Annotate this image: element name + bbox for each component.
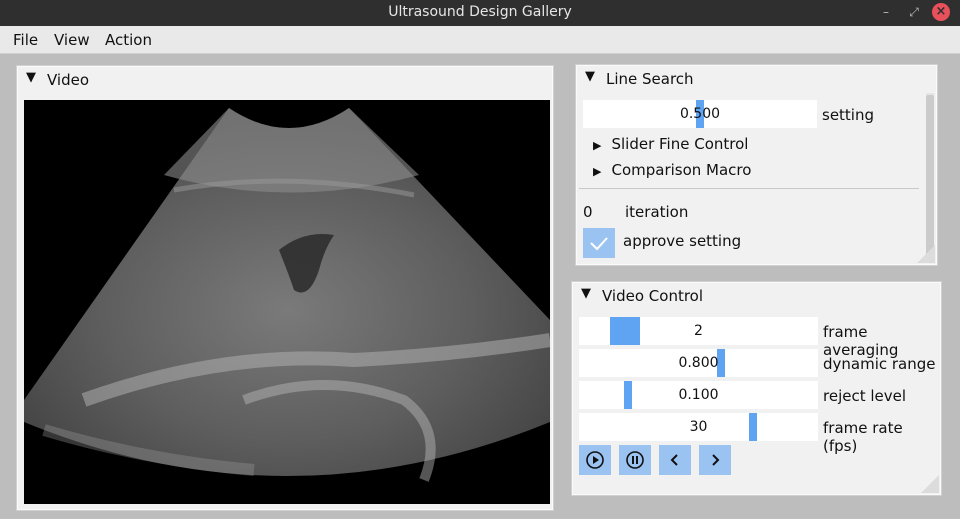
chevron-right-icon (712, 454, 720, 466)
approve-setting-checkbox[interactable] (583, 228, 615, 258)
menu-file[interactable]: File (13, 31, 38, 49)
iteration-label: iteration (625, 203, 689, 221)
line-search-title: Line Search (606, 70, 694, 88)
expand-triangle-icon: ▶ (593, 139, 602, 152)
collapse-triangle-icon[interactable]: ▼ (585, 69, 595, 84)
setting-value: 0.500 (679, 106, 721, 122)
frame-averaging-label: frame averaging (823, 323, 899, 359)
divider (579, 188, 919, 189)
line-search-header[interactable]: ▼ Line Search (576, 65, 937, 91)
frame-rate-label: frame rate (fps) (823, 419, 903, 455)
close-icon[interactable]: × (932, 3, 950, 21)
reject-level-slider[interactable]: 0.100 (579, 381, 818, 409)
ultrasound-image (24, 108, 550, 482)
checkmark-icon (590, 237, 608, 251)
setting-slider[interactable]: 0.500 (583, 100, 817, 128)
dynamic-range-label: dynamic range (823, 355, 936, 373)
minimize-icon[interactable]: – (877, 3, 895, 21)
menu-action[interactable]: Action (105, 31, 152, 49)
frame-averaging-value: 2 (694, 323, 703, 339)
collapse-triangle-icon[interactable]: ▼ (26, 70, 36, 85)
title-bar: Ultrasound Design Gallery – ⤢ × (0, 0, 960, 26)
play-icon (586, 451, 604, 469)
resize-grip-icon[interactable] (917, 245, 935, 263)
resize-grip-icon[interactable] (921, 475, 939, 493)
collapse-triangle-icon[interactable]: ▼ (581, 286, 591, 301)
reject-level-value: 0.100 (678, 387, 719, 403)
frame-rate-slider[interactable]: 30 (579, 413, 818, 441)
previous-frame-button[interactable] (659, 445, 691, 475)
maximize-icon[interactable]: ⤢ (905, 3, 923, 21)
menu-view[interactable]: View (54, 31, 90, 49)
video-control-header[interactable]: ▼ Video Control (572, 282, 941, 308)
window-title: Ultrasound Design Gallery (388, 4, 572, 20)
ultrasound-video[interactable] (24, 100, 550, 504)
pause-button[interactable] (619, 445, 651, 475)
video-control-panel: ▼ Video Control 2 frame averaging 0.800 … (571, 281, 942, 496)
setting-label: setting (822, 106, 875, 124)
comparison-macro-label: Comparison Macro (611, 161, 752, 179)
video-panel-header[interactable]: ▼ Video (17, 66, 553, 92)
video-control-title: Video Control (602, 287, 704, 305)
iteration-value: 0 (583, 203, 593, 221)
video-panel-title: Video (47, 71, 90, 89)
reject-level-label: reject level (823, 387, 907, 405)
menu-bar: File View Action (0, 26, 960, 54)
video-panel: ▼ Video (16, 65, 554, 511)
frame-averaging-slider[interactable]: 2 (579, 317, 818, 345)
comparison-macro-toggle[interactable]: ▶ Comparison Macro (593, 161, 751, 179)
approve-setting-label: approve setting (623, 232, 742, 250)
scrollbar-thumb[interactable] (926, 95, 934, 255)
expand-triangle-icon: ▶ (593, 165, 602, 178)
play-button[interactable] (579, 445, 611, 475)
dynamic-range-slider[interactable]: 0.800 (579, 349, 818, 377)
next-frame-button[interactable] (699, 445, 731, 475)
pause-icon (626, 451, 644, 469)
slider-fine-control-toggle[interactable]: ▶ Slider Fine Control (593, 135, 748, 153)
slider-fine-control-label: Slider Fine Control (611, 135, 749, 153)
dynamic-range-value: 0.800 (678, 355, 719, 371)
line-search-panel: ▼ Line Search 0.500 setting ▶ Slider Fine… (575, 64, 938, 266)
chevron-left-icon (670, 454, 678, 466)
frame-rate-value: 30 (689, 419, 708, 435)
